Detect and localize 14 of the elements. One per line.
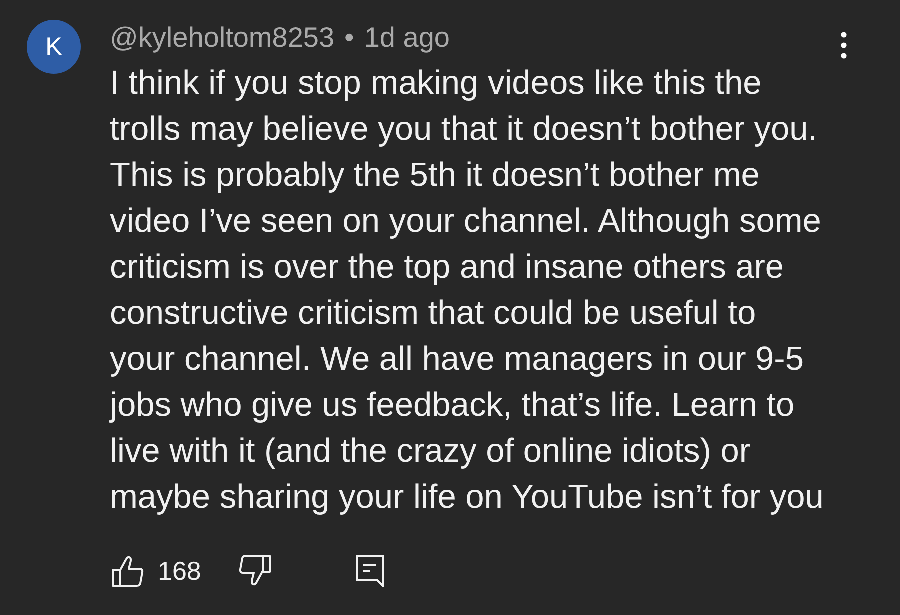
comment-text: I think if you stop making videos like this the trolls may believe you that it doesn’t bother you. This is probably the 5th it doesn’t bother me video I’ve seen on your channel. Although some criticism is over the top and insane others are constructive criticism that could be useful to your channel. We all have managers in our 9-5 jobs who give us feedback, that’s life. Learn to live with it (and the crazy of online idiots) or maybe sharing your life on YouTube isn’t for you — [110, 64, 824, 518]
like-button[interactable] — [112, 555, 144, 587]
comment-author[interactable]: @kyleholtom8253 — [110, 22, 335, 54]
more-options-button[interactable] — [840, 30, 848, 60]
reply-button[interactable] — [356, 555, 384, 587]
dislike-button[interactable] — [237, 555, 272, 587]
thumbs-up-icon — [112, 555, 144, 587]
comment-icon — [356, 555, 384, 587]
like-count: 168 — [158, 556, 202, 586]
more-options-icon — [841, 32, 847, 58]
comment-time: 1d ago — [364, 22, 450, 54]
thumbs-down-icon — [237, 555, 272, 587]
separator-dot: • — [344, 22, 354, 54]
avatar[interactable]: K — [27, 20, 81, 74]
